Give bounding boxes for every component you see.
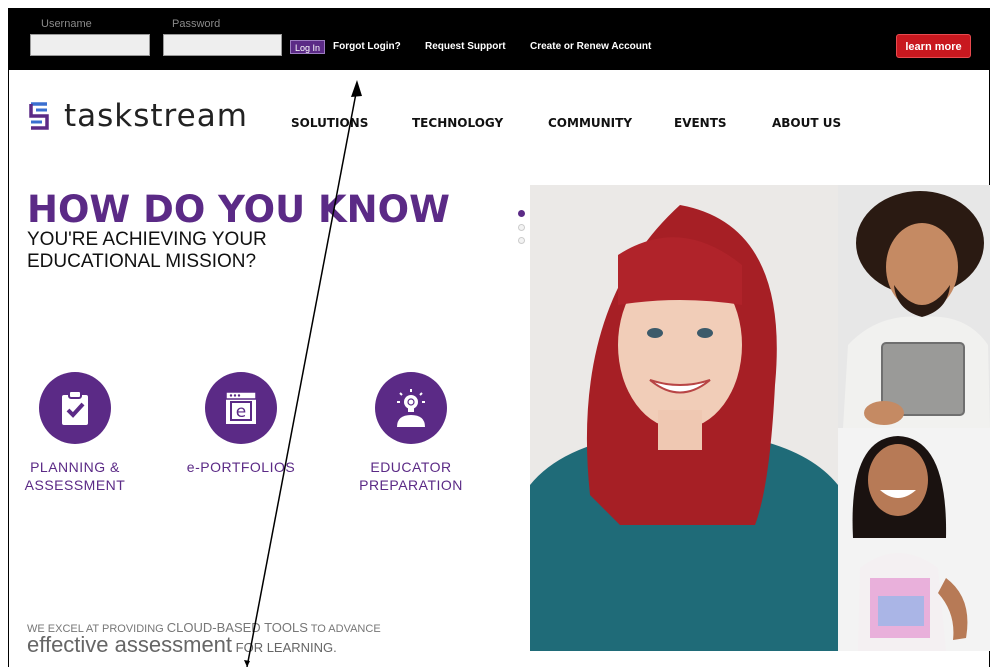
password-input[interactable] [163,34,282,56]
hero-subtitle: YOU'RE ACHIEVING YOUR EDUCATIONAL MISSIO… [27,229,267,273]
tagline-part: FOR LEARNING. [232,640,337,655]
tagline-emphasis-large: effective assessment [27,632,233,657]
hero-subtitle-line2: EDUCATIONAL MISSION? [27,251,257,272]
request-support-link[interactable]: Request Support [425,41,506,52]
feature-label: EDUCATOR PREPARATION [341,458,481,494]
username-label: Username [41,18,92,30]
feature-planning-assessment[interactable]: PLANNING & ASSESSMENT [5,372,145,494]
login-button[interactable]: Log In [290,40,326,54]
login-bar: Username Password Log In Forgot Login? R… [9,9,990,70]
svg-text:e: e [236,402,246,422]
forgot-login-link[interactable]: Forgot Login? [333,41,401,52]
feature-label: PLANNING & ASSESSMENT [5,458,145,494]
create-account-link[interactable]: Create or Renew Account [530,41,651,52]
nav-technology[interactable]: TECHNOLOGY [412,116,503,130]
lightbulb-person-icon [375,372,447,444]
feature-label-line2: PREPARATION [359,477,463,493]
tagline-line2: effective assessment FOR LEARNING. [27,632,337,658]
slider-dot[interactable] [518,224,525,231]
nav-community[interactable]: COMMUNITY [548,116,632,130]
learn-more-button[interactable]: learn more [896,34,971,58]
logo[interactable]: taskstream [28,98,248,134]
taskstream-logo-icon [29,102,49,130]
hero-subtitle-line1: YOU'RE ACHIEVING YOUR [27,229,267,250]
slider-dot[interactable] [518,237,525,244]
feature-label-line1: e-PORTFOLIOS [186,459,296,475]
password-label: Password [172,18,221,30]
photo-girl [838,428,990,651]
feature-e-portfolios[interactable]: e e-PORTFOLIOS [171,372,311,476]
feature-label-line1: EDUCATOR [370,459,452,475]
feature-label-line1: PLANNING & [30,459,120,475]
username-input[interactable] [30,34,150,56]
e-portfolio-icon: e [205,372,277,444]
hero-photo-woman [530,185,838,651]
hero-title: HOW DO YOU KNOW [27,188,450,231]
logo-text: taskstream [64,98,248,134]
clipboard-check-icon [39,372,111,444]
photo-man-tablet [838,185,990,428]
nav-solutions[interactable]: SOLUTIONS [291,116,368,130]
feature-label: e-PORTFOLIOS [171,458,311,476]
nav-about-us[interactable]: ABOUT US [772,116,841,130]
slider-dot-active[interactable] [518,210,525,217]
feature-label-line2: ASSESSMENT [24,477,126,493]
nav-events[interactable]: EVENTS [674,116,727,130]
feature-educator-preparation[interactable]: EDUCATOR PREPARATION [341,372,481,494]
